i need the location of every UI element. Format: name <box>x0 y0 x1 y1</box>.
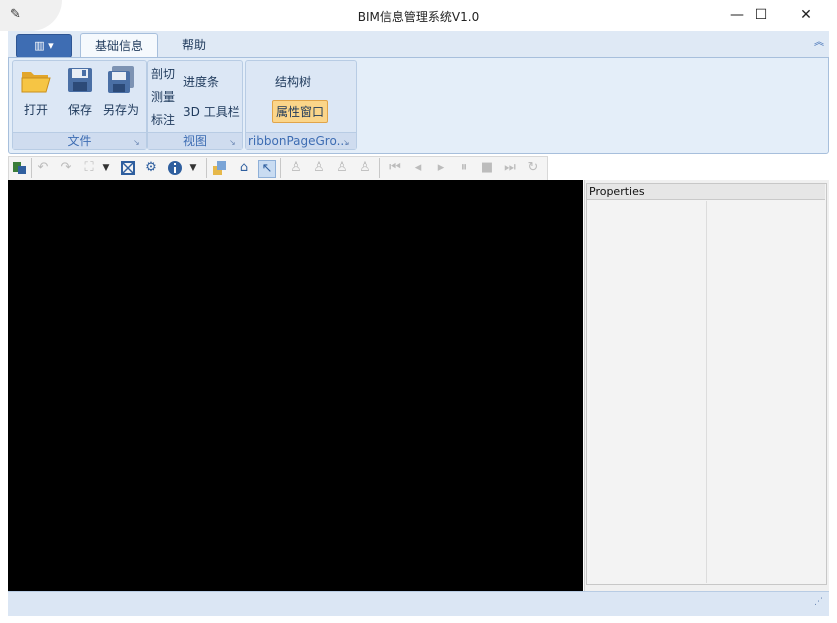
maximize-button[interactable]: ☐ <box>738 0 784 31</box>
toolbar-separator <box>379 158 380 178</box>
info-icon[interactable] <box>167 160 183 176</box>
save-as-button[interactable]: 另存为 <box>100 64 142 120</box>
measure-button[interactable]: 测量 <box>151 88 175 105</box>
layers-icon[interactable] <box>212 160 228 176</box>
anim-tool-1-icon[interactable]: ♙ <box>288 160 304 176</box>
property-grid-header: Properties <box>587 184 825 200</box>
model-tree-icon[interactable] <box>12 160 28 176</box>
dialog-launcher-icon[interactable]: ↘ <box>133 138 142 147</box>
3d-viewport[interactable] <box>8 180 583 591</box>
group-label-page: ribbonPageGro... <box>246 132 356 149</box>
resize-grip-icon[interactable]: ⋰ <box>814 596 826 608</box>
skip-forward-icon[interactable]: ⏭ <box>502 160 518 176</box>
step-back-icon[interactable]: ◂ <box>410 160 426 176</box>
open-label: 打开 <box>23 103 48 117</box>
save-as-icon <box>108 66 134 93</box>
section-button[interactable]: 剖切 <box>151 65 175 82</box>
group-label-view: 视图 <box>148 132 242 149</box>
dialog-launcher-icon[interactable]: ↘ <box>229 138 238 147</box>
properties-window-button[interactable]: 属性窗口 <box>272 100 329 123</box>
dropdown-arrow-icon[interactable]: ▼ <box>188 160 198 176</box>
anim-tool-3-icon[interactable]: ♙ <box>334 160 350 176</box>
save-label: 保存 <box>67 103 92 117</box>
structure-tree-button[interactable]: 结构树 <box>275 73 311 90</box>
toolbar-separator <box>206 158 207 178</box>
toolbar-separator <box>280 158 281 178</box>
pause-icon[interactable]: ⏸ <box>456 160 472 176</box>
dropdown-arrow-icon[interactable]: ▼ <box>101 160 111 176</box>
select-tool-icon[interactable]: ↖ <box>258 160 276 178</box>
skip-back-icon[interactable]: ⏮ <box>387 160 403 176</box>
stop-icon[interactable]: ■ <box>479 160 495 176</box>
play-icon[interactable]: ▸ <box>433 160 449 176</box>
application-menu-button[interactable]: ▥ ▾ <box>16 34 72 58</box>
progress-bar-button[interactable]: 进度条 <box>183 73 219 90</box>
redo-icon[interactable]: ↷ <box>58 160 74 176</box>
window-left-edge <box>0 31 8 623</box>
settings-gears-icon[interactable]: ⚙ <box>143 160 159 176</box>
save-button[interactable]: 保存 <box>62 64 98 120</box>
tab-help[interactable]: 帮助 <box>166 33 222 57</box>
undo-icon[interactable]: ↶ <box>35 160 51 176</box>
close-button[interactable]: ✕ <box>783 0 829 31</box>
app-menu-icon: ▥ ▾ <box>34 39 54 52</box>
3d-toolbar-button[interactable]: 3D 工具栏 <box>183 103 240 120</box>
property-grid-column-divider[interactable] <box>706 201 707 583</box>
tab-basic-info[interactable]: 基础信息 <box>80 33 158 59</box>
status-bar <box>8 591 829 616</box>
save-as-label: 另存为 <box>102 103 139 117</box>
loop-icon[interactable]: ↻ <box>525 160 541 176</box>
collapse-ribbon-icon[interactable]: ︽ <box>812 36 826 50</box>
anim-tool-4-icon[interactable]: ♙ <box>357 160 373 176</box>
zoom-extents-icon[interactable]: ⛶ <box>81 160 97 176</box>
group-label-file: 文件 <box>13 132 146 149</box>
toolbar-separator <box>31 158 32 178</box>
anim-tool-2-icon[interactable]: ♙ <box>311 160 327 176</box>
dialog-launcher-icon[interactable]: ↘ <box>343 138 352 147</box>
folder-open-icon <box>21 72 51 93</box>
annotate-button[interactable]: 标注 <box>151 111 175 128</box>
open-button[interactable]: 打开 <box>18 64 54 120</box>
save-icon <box>68 68 92 92</box>
window-title: BIM信息管理系统V1.0 <box>357 10 480 24</box>
home-view-icon[interactable]: ⌂ <box>236 160 252 176</box>
fit-view-icon[interactable] <box>120 160 136 176</box>
